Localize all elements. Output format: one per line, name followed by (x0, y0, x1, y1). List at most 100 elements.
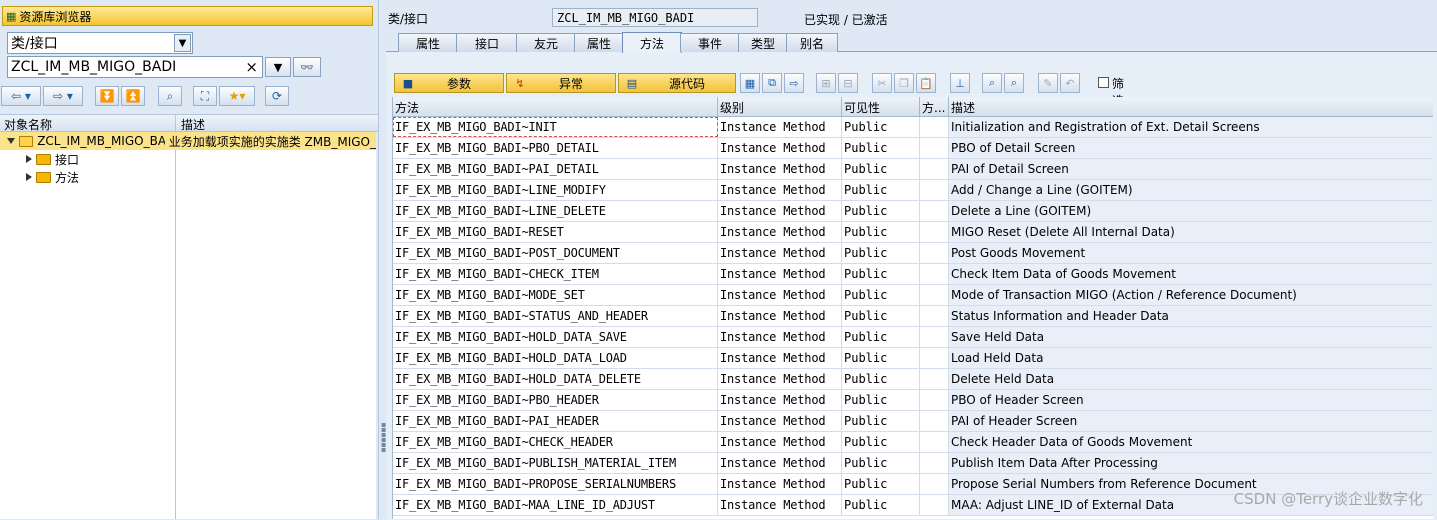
table-row[interactable]: IF_EX_MB_MIGO_BADI~PBO_DETAIL Instance Me… (393, 138, 1433, 159)
mode-cell[interactable] (920, 159, 949, 179)
sort-icon[interactable]: ⊥ (950, 73, 970, 93)
table-row[interactable]: IF_EX_MB_MIGO_BADI~LINE_MODIFY Instance M… (393, 180, 1433, 201)
level-cell[interactable]: Instance Method (718, 117, 842, 137)
level-cell[interactable]: Instance Method (718, 390, 842, 410)
visibility-cell[interactable]: Public (842, 243, 920, 263)
level-cell[interactable]: Instance Method (718, 495, 842, 515)
collapse-triangle-icon[interactable] (26, 173, 32, 181)
tree-node-methods[interactable]: 方法 (0, 168, 175, 186)
hierarchy-button[interactable]: ⛶ (193, 86, 217, 106)
new-method-icon[interactable]: ▦ (740, 73, 760, 93)
tab-methods[interactable]: 方法 (622, 32, 682, 53)
visibility-cell[interactable]: Public (842, 432, 920, 452)
visibility-cell[interactable]: Public (842, 180, 920, 200)
table-row[interactable]: IF_EX_MB_MIGO_BADI~PAI_DETAIL Instance Me… (393, 159, 1433, 180)
mode-cell[interactable] (920, 348, 949, 368)
table-row[interactable]: IF_EX_MB_MIGO_BADI~HOLD_DATA_DELETE Insta… (393, 369, 1433, 390)
mode-cell[interactable] (920, 117, 949, 137)
mode-cell[interactable] (920, 201, 949, 221)
description-cell[interactable]: Check Item Data of Goods Movement (949, 264, 1433, 284)
level-cell[interactable]: Instance Method (718, 138, 842, 158)
visibility-cell[interactable]: Public (842, 201, 920, 221)
level-cell[interactable]: Instance Method (718, 369, 842, 389)
mode-cell[interactable] (920, 264, 949, 284)
mode-cell[interactable] (920, 411, 949, 431)
mode-cell[interactable] (920, 495, 949, 515)
level-cell[interactable]: Instance Method (718, 264, 842, 284)
description-cell[interactable]: Load Held Data (949, 348, 1433, 368)
visibility-cell[interactable]: Public (842, 453, 920, 473)
chevron-down-icon[interactable]: ▼ (174, 34, 191, 52)
undo-icon[interactable]: ↶ (1060, 73, 1080, 93)
delete-row-icon[interactable]: ⊟ (838, 73, 858, 93)
mode-cell[interactable] (920, 474, 949, 494)
level-cell[interactable]: Instance Method (718, 432, 842, 452)
level-cell[interactable]: Instance Method (718, 285, 842, 305)
description-cell[interactable]: Post Goods Movement (949, 243, 1433, 263)
method-cell[interactable]: IF_EX_MB_MIGO_BADI~RESET (393, 222, 718, 242)
visibility-cell[interactable]: Public (842, 474, 920, 494)
level-cell[interactable]: Instance Method (718, 327, 842, 347)
table-row[interactable]: IF_EX_MB_MIGO_BADI~CHECK_ITEM Instance Me… (393, 264, 1433, 285)
copy-icon[interactable]: ❐ (894, 73, 914, 93)
tab-events[interactable]: 事件 (680, 33, 740, 52)
method-cell[interactable]: IF_EX_MB_MIGO_BADI~PUBLISH_MATERIAL_ITEM (393, 453, 718, 473)
visibility-cell[interactable]: Public (842, 159, 920, 179)
table-row[interactable]: IF_EX_MB_MIGO_BADI~RESET Instance Method P… (393, 222, 1433, 243)
visibility-cell[interactable]: Public (842, 264, 920, 284)
method-cell[interactable]: IF_EX_MB_MIGO_BADI~LINE_DELETE (393, 201, 718, 221)
clear-icon[interactable]: × (245, 58, 258, 76)
forward-button[interactable]: ⇨ ▾ (43, 86, 83, 106)
level-cell[interactable]: Instance Method (718, 306, 842, 326)
cut-icon[interactable]: ✂ (872, 73, 892, 93)
description-cell[interactable]: MIGO Reset (Delete All Internal Data) (949, 222, 1433, 242)
description-cell[interactable]: Publish Item Data After Processing (949, 453, 1433, 473)
tab-attributes[interactable]: 属性 (398, 33, 458, 52)
table-row[interactable]: IF_EX_MB_MIGO_BADI~CHECK_HEADER Instance … (393, 432, 1433, 453)
collapse-button[interactable]: ⏫ (121, 86, 145, 106)
collapse-triangle-icon[interactable] (26, 155, 32, 163)
find-next-icon[interactable]: ⌕ (1004, 73, 1024, 93)
mode-cell[interactable] (920, 390, 949, 410)
description-cell[interactable]: Save Held Data (949, 327, 1433, 347)
visibility-cell[interactable]: Public (842, 285, 920, 305)
method-cell[interactable]: IF_EX_MB_MIGO_BADI~LINE_MODIFY (393, 180, 718, 200)
level-cell[interactable]: Instance Method (718, 222, 842, 242)
method-cell[interactable]: IF_EX_MB_MIGO_BADI~CHECK_ITEM (393, 264, 718, 284)
description-cell[interactable]: PBO of Header Screen (949, 390, 1433, 410)
method-cell[interactable]: IF_EX_MB_MIGO_BADI~MAA_LINE_ID_ADJUST (393, 495, 718, 515)
method-cell[interactable]: IF_EX_MB_MIGO_BADI~PAI_DETAIL (393, 159, 718, 179)
mode-cell[interactable] (920, 180, 949, 200)
parameters-button[interactable]: ■ 参数 (394, 73, 504, 93)
method-cell[interactable]: IF_EX_MB_MIGO_BADI~HOLD_DATA_LOAD (393, 348, 718, 368)
mode-cell[interactable] (920, 306, 949, 326)
tree-node-interfaces[interactable]: 接口 (0, 150, 175, 168)
description-cell[interactable]: Mode of Transaction MIGO (Action / Refer… (949, 285, 1433, 305)
description-cell[interactable]: Status Information and Header Data (949, 306, 1433, 326)
mode-cell[interactable] (920, 138, 949, 158)
method-cell[interactable]: IF_EX_MB_MIGO_BADI~PROPOSE_SERIALNUMBERS (393, 474, 718, 494)
column-mode[interactable]: 方... (920, 97, 949, 117)
filter-checkbox[interactable] (1098, 77, 1109, 88)
object-type-select[interactable]: 类/接口 ▼ (7, 32, 193, 54)
dropdown-button[interactable]: ▼ (265, 57, 291, 77)
move-method-icon[interactable]: ⇨ (784, 73, 804, 93)
table-row[interactable]: IF_EX_MB_MIGO_BADI~HOLD_DATA_SAVE Instanc… (393, 327, 1433, 348)
level-cell[interactable]: Instance Method (718, 180, 842, 200)
method-cell[interactable]: IF_EX_MB_MIGO_BADI~HOLD_DATA_SAVE (393, 327, 718, 347)
level-cell[interactable]: Instance Method (718, 453, 842, 473)
visibility-cell[interactable]: Public (842, 411, 920, 431)
find-binoculars-icon[interactable]: ⌕ (982, 73, 1002, 93)
display-button[interactable]: 👓 (293, 57, 321, 77)
mode-cell[interactable] (920, 369, 949, 389)
find-button[interactable]: ⌕ (158, 86, 182, 106)
method-cell[interactable]: IF_EX_MB_MIGO_BADI~HOLD_DATA_DELETE (393, 369, 718, 389)
mode-cell[interactable] (920, 285, 949, 305)
tree-node-root[interactable]: ZCL_IM_MB_MIGO_BADI 业务加载项实施的实施类 ZMB_MIGO… (0, 132, 376, 150)
method-cell[interactable]: IF_EX_MB_MIGO_BADI~INIT (393, 117, 718, 137)
pane-splitter[interactable]: ▪ ▪ ▪ ▪ ▪ ▪ (378, 0, 386, 519)
table-row[interactable]: IF_EX_MB_MIGO_BADI~LINE_DELETE Instance M… (393, 201, 1433, 222)
description-cell[interactable]: Delete Held Data (949, 369, 1433, 389)
expand-triangle-icon[interactable] (7, 138, 15, 144)
method-cell[interactable]: IF_EX_MB_MIGO_BADI~MODE_SET (393, 285, 718, 305)
